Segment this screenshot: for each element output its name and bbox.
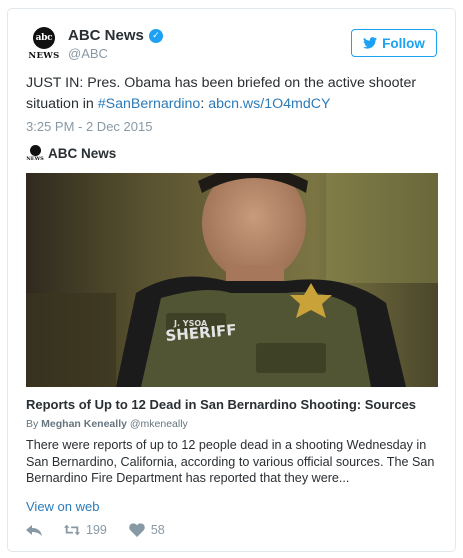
twitter-bird-icon — [363, 37, 378, 49]
like-button[interactable]: 58 — [129, 523, 165, 537]
byline-prefix: By — [26, 418, 42, 430]
hashtag-link[interactable]: #SanBernardino — [98, 96, 201, 112]
card-source-name: ABC News — [48, 146, 117, 161]
reply-icon — [26, 525, 42, 536]
avatar[interactable]: abc NEWS — [26, 27, 62, 63]
byline-handle[interactable]: @mkeneally — [127, 418, 188, 430]
sheriff-deputy-photo: J. YSOA SHERIFF — [26, 173, 438, 387]
heart-icon — [129, 523, 145, 537]
abc-logo-text: abc — [35, 33, 53, 43]
reply-button[interactable] — [26, 523, 42, 537]
card-description: There were reports of up to 12 people de… — [26, 438, 435, 485]
verified-check-icon: ✓ — [148, 28, 163, 43]
follow-label: Follow — [382, 35, 425, 51]
follow-button[interactable]: Follow — [351, 29, 437, 57]
author-names: ABC News ✓ @ABC — [68, 27, 163, 61]
timestamp[interactable]: 3:25 PM - 2 Dec 2015 — [26, 119, 152, 134]
abc-logo-disc: abc — [33, 27, 55, 49]
abc-news-mini-logo-icon: NEWS — [26, 145, 44, 162]
news-wordmark: NEWS — [28, 51, 60, 61]
handle[interactable]: @ABC — [68, 46, 163, 61]
card-title[interactable]: Reports of Up to 12 Dead in San Bernardi… — [26, 397, 416, 412]
card-byline: By Meghan Keneally @mkeneally — [26, 418, 188, 430]
display-name-row: ABC News ✓ — [68, 27, 163, 44]
retweet-count: 199 — [86, 523, 107, 537]
tweet-header: abc NEWS ABC News ✓ @ABC Follow — [26, 27, 437, 67]
byline-author[interactable]: Meghan Keneally — [41, 418, 127, 430]
card-image[interactable]: J. YSOA SHERIFF — [26, 173, 438, 387]
retweet-icon — [64, 524, 80, 536]
tweet-text: JUST IN: Pres. Obama has been briefed on… — [26, 73, 436, 115]
short-url-link[interactable]: abcn.ws/1O4mdCY — [208, 96, 330, 112]
like-count: 58 — [150, 523, 165, 537]
display-name[interactable]: ABC News — [68, 27, 144, 44]
tweet-actions: 199 58 — [26, 523, 187, 537]
embedded-tweet: abc NEWS ABC News ✓ @ABC Follow JUST IN:… — [7, 8, 456, 552]
view-on-web-link[interactable]: View on web — [26, 499, 99, 514]
card-source: NEWS ABC News — [26, 145, 116, 162]
retweet-button[interactable]: 199 — [64, 523, 107, 537]
